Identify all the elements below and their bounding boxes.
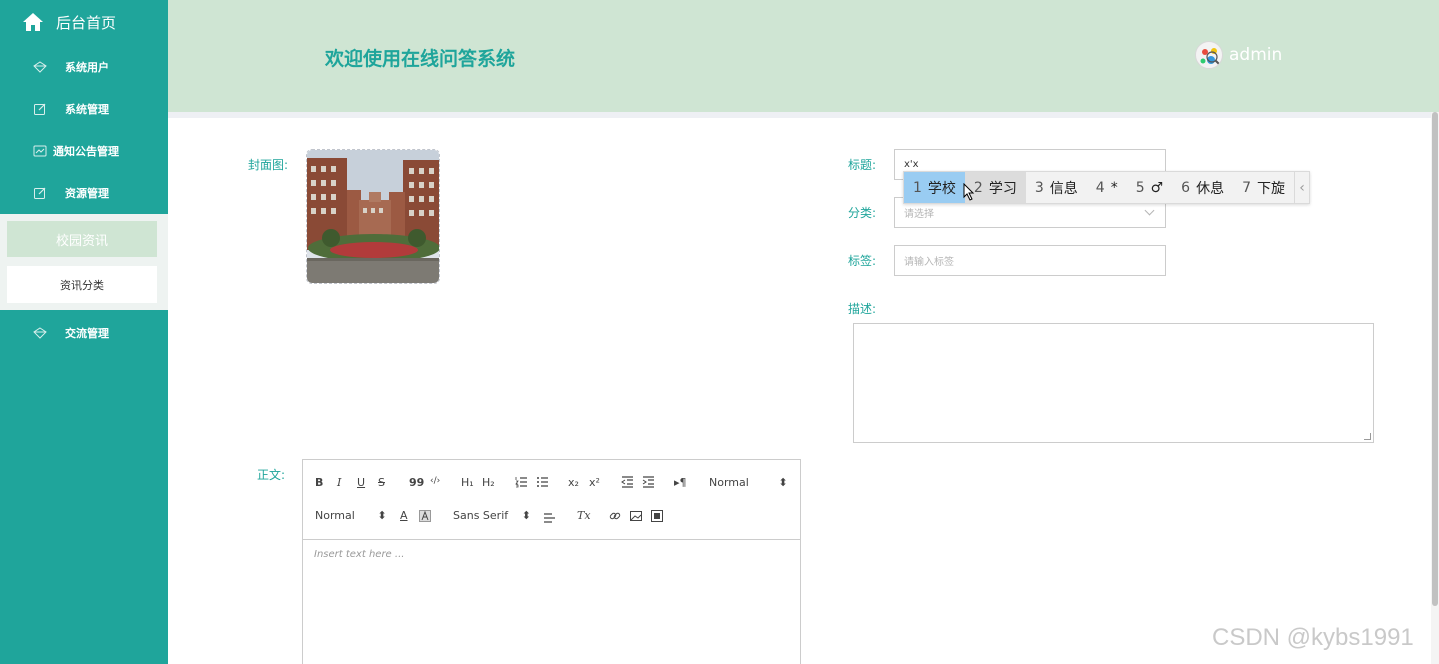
- avatar-image: [1200, 48, 1221, 66]
- category-label: 分类:: [848, 206, 877, 220]
- header-divider: [168, 112, 1439, 118]
- sidebar-home-label: 后台首页: [56, 13, 117, 32]
- user-name[interactable]: admin: [1229, 45, 1282, 65]
- text-color-button[interactable]: A: [400, 509, 408, 522]
- top-header: 欢迎使用在线问答系统 admin: [168, 0, 1439, 112]
- h1-button[interactable]: H₁: [461, 476, 474, 489]
- scrollbar-thumb[interactable]: [1432, 112, 1438, 606]
- ime-candidate[interactable]: 4 *: [1087, 172, 1127, 203]
- body-label: 正文:: [257, 468, 286, 482]
- resize-handle-icon[interactable]: [1364, 433, 1371, 440]
- size-select[interactable]: Normal ⬍: [315, 509, 387, 522]
- ime-candidate[interactable]: 6 休息: [1172, 172, 1233, 203]
- underline-button[interactable]: U: [357, 476, 365, 489]
- sidebar-item-system[interactable]: 系统管理: [0, 88, 168, 130]
- select-arrows-icon: ⬍: [521, 509, 531, 522]
- strike-button[interactable]: S: [378, 476, 385, 489]
- image-icon[interactable]: [630, 510, 642, 522]
- superscript-button[interactable]: x²: [589, 476, 600, 489]
- bullet-list-icon[interactable]: [536, 476, 549, 488]
- editor-toolbar: B I U S 99 ‹/› H₁ H₂ x₂ x² ▸¶ Normal ⬍ N…: [303, 460, 800, 540]
- video-icon[interactable]: [651, 510, 663, 522]
- description-textarea[interactable]: [853, 323, 1374, 443]
- sidebar-item-label: 通知公告管理: [53, 145, 119, 158]
- indent-icon[interactable]: [642, 476, 655, 488]
- italic-button[interactable]: I: [337, 476, 341, 489]
- sidebar-item-label: 系统用户: [65, 61, 109, 74]
- editor-placeholder: Insert text here ...: [314, 549, 405, 560]
- category-placeholder: 请选择: [904, 209, 934, 220]
- diamond-icon: [33, 327, 47, 339]
- link-icon[interactable]: [609, 510, 621, 522]
- sidebar-item-campus-news[interactable]: 校园资讯: [7, 221, 157, 257]
- text-direction-button[interactable]: ▸¶: [674, 476, 687, 489]
- h2-button[interactable]: H₂: [482, 476, 495, 489]
- ime-candidate[interactable]: 5 ♂: [1127, 172, 1172, 203]
- home-icon: [23, 13, 43, 31]
- font-select-value: Sans Serif: [453, 509, 509, 522]
- avatar[interactable]: [1195, 41, 1223, 69]
- font-select[interactable]: Sans Serif ⬍: [453, 509, 531, 522]
- edit-icon: [34, 187, 46, 199]
- sidebar: 后台首页 系统用户 系统管理 通知公告管理 资源管理 校园资讯 资讯分类 交流管…: [0, 0, 168, 664]
- outdent-icon[interactable]: [621, 476, 634, 488]
- ime-candidate[interactable]: 1 学校: [904, 172, 965, 203]
- campus-photo: [307, 150, 439, 283]
- sidebar-item-news-category[interactable]: 资讯分类: [7, 266, 157, 303]
- size-select-value: Normal: [315, 509, 355, 522]
- sidebar-item-users[interactable]: 系统用户: [0, 46, 168, 88]
- watermark: CSDN @kybs1991: [1212, 624, 1414, 651]
- ordered-list-icon[interactable]: [515, 476, 528, 488]
- cover-image-upload[interactable]: [306, 149, 440, 284]
- edit-icon: [34, 103, 46, 115]
- sidebar-item-label: 系统管理: [65, 103, 109, 116]
- sidebar-item-label: 资源管理: [65, 187, 109, 200]
- sidebar-item-resources[interactable]: 资源管理: [0, 172, 168, 214]
- cover-label: 封面图:: [248, 158, 289, 172]
- sidebar-item-label: 交流管理: [65, 327, 109, 340]
- description-label: 描述:: [848, 302, 877, 316]
- tags-label: 标签:: [848, 254, 877, 268]
- background-color-icon[interactable]: [419, 510, 431, 522]
- sidebar-item-notice[interactable]: 通知公告管理: [0, 130, 168, 172]
- header-select[interactable]: Normal ⬍: [709, 476, 788, 489]
- ime-candidate[interactable]: 3 信息: [1026, 172, 1087, 203]
- ime-candidate[interactable]: 7 下旋: [1233, 172, 1294, 203]
- sidebar-home[interactable]: 后台首页: [0, 0, 168, 44]
- header-select-value: Normal: [709, 476, 749, 489]
- diamond-icon: [33, 61, 47, 73]
- sidebar-item-exchange[interactable]: 交流管理: [0, 312, 168, 354]
- blockquote-button[interactable]: 99: [409, 476, 424, 489]
- tags-input[interactable]: 请输入标签: [894, 245, 1166, 276]
- page-scrollbar[interactable]: [1431, 112, 1439, 664]
- align-icon[interactable]: [543, 511, 556, 523]
- select-arrows-icon: ⬍: [778, 476, 788, 489]
- sidebar-submenu: 校园资讯 资讯分类: [0, 214, 168, 310]
- title-label: 标题:: [848, 158, 877, 172]
- subscript-button[interactable]: x₂: [568, 476, 579, 489]
- clear-format-button[interactable]: Tx: [577, 509, 591, 522]
- page-title: 欢迎使用在线问答系统: [325, 48, 516, 70]
- chevron-down-icon: [1144, 205, 1155, 216]
- chart-icon: [33, 145, 47, 157]
- bold-button[interactable]: B: [315, 476, 323, 489]
- ime-prev-page-icon[interactable]: ‹: [1294, 172, 1309, 203]
- code-block-button[interactable]: ‹/›: [430, 476, 440, 486]
- rich-text-editor: B I U S 99 ‹/› H₁ H₂ x₂ x² ▸¶ Normal ⬍ N…: [302, 459, 801, 664]
- mouse-cursor-icon: [963, 183, 975, 201]
- select-arrows-icon: ⬍: [377, 509, 387, 522]
